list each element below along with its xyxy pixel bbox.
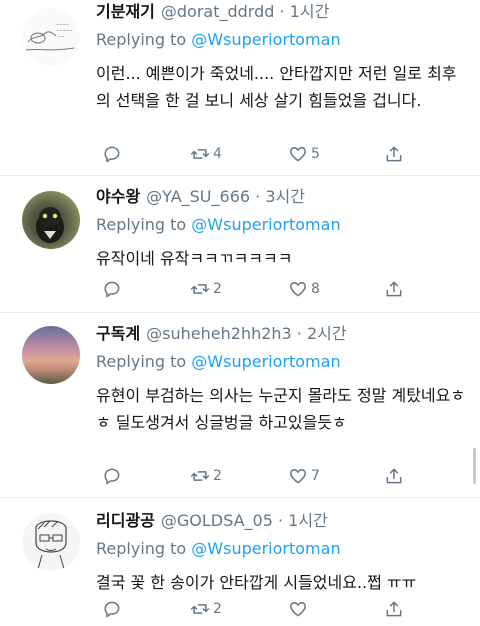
- heart-icon: [289, 469, 307, 484]
- display-name[interactable]: 기분재기: [96, 2, 155, 21]
- retweet-icon: [190, 604, 210, 614]
- tweet-text: 유작이네 유작ㅋㅋㄲㅋㅋㅋㅋ: [96, 249, 293, 268]
- svg-text:~~~~: ~~~~: [56, 22, 69, 27]
- like-count: 8: [311, 281, 320, 297]
- share-button[interactable]: [384, 464, 404, 488]
- retweet-count: 2: [213, 468, 222, 484]
- like-button[interactable]: 7: [288, 464, 320, 488]
- reply-tweet[interactable]: ~~~~ ~~~~~ ~~ 기분재기 @dorat_ddrdd · 1시간 Rep…: [0, 0, 480, 176]
- tweet-text: 결국 꽃 한 송이가 안타깝게 시들었네요..쩝 ㅠㅠ: [96, 573, 417, 592]
- replying-to: Replying to @Wsuperiortoman: [96, 537, 468, 561]
- action-bar: 2 7: [96, 464, 480, 488]
- retweet-icon: [190, 284, 210, 294]
- retweet-button[interactable]: 2: [190, 464, 222, 488]
- action-bar: 2: [96, 597, 480, 621]
- retweet-button[interactable]: 2: [190, 277, 222, 301]
- retweet-count: 2: [213, 601, 222, 617]
- reply-icon: [104, 468, 120, 485]
- heart-icon: [289, 282, 307, 297]
- svg-text:~~: ~~: [58, 34, 65, 39]
- replying-to: Replying to @Wsuperiortoman: [96, 213, 468, 237]
- action-bar: 2 8: [96, 277, 480, 301]
- mention-link[interactable]: @Wsuperiortoman: [191, 539, 340, 558]
- avatar[interactable]: ~~~~ ~~~~~ ~~: [22, 8, 80, 66]
- replying-to: Replying to @Wsuperiortoman: [96, 28, 468, 52]
- share-button[interactable]: [384, 142, 404, 166]
- share-icon: [386, 146, 402, 162]
- replying-to: Replying to @Wsuperiortoman: [96, 350, 468, 374]
- tweet-text: 이런... 예쁜이가 죽었네.... 안타깝지만 저런 일로 최후의 선택을 한…: [96, 64, 457, 110]
- handle-time: @suheheh2hh2h3 · 2시간: [146, 324, 347, 343]
- reply-button[interactable]: [102, 464, 122, 488]
- share-button[interactable]: [384, 597, 404, 621]
- reply-tweet[interactable]: 리디광공 @GOLDSA_05 · 1시간 Replying to @Wsuper…: [0, 499, 480, 626]
- action-bar: 4 5: [96, 142, 480, 166]
- avatar[interactable]: [22, 191, 80, 249]
- share-icon: [386, 468, 402, 484]
- handle-time: @GOLDSA_05 · 1시간: [160, 511, 328, 530]
- reply-feed: ~~~~ ~~~~~ ~~ 기분재기 @dorat_ddrdd · 1시간 Rep…: [0, 0, 480, 626]
- retweet-icon: [190, 471, 210, 481]
- avatar[interactable]: [22, 513, 80, 571]
- retweet-button[interactable]: 2: [190, 597, 222, 621]
- like-button[interactable]: 5: [288, 142, 320, 166]
- scrollbar[interactable]: [473, 448, 476, 484]
- share-button[interactable]: [384, 277, 404, 301]
- like-count: 7: [311, 468, 320, 484]
- retweet-icon: [190, 149, 210, 159]
- reply-icon: [104, 146, 120, 163]
- heart-icon: [289, 602, 307, 617]
- svg-text:~~~~~: ~~~~~: [56, 28, 73, 33]
- mention-link[interactable]: @Wsuperiortoman: [191, 215, 340, 234]
- avatar[interactable]: [22, 326, 80, 384]
- display-name[interactable]: 구독계: [96, 324, 140, 343]
- retweet-button[interactable]: 4: [190, 142, 222, 166]
- share-icon: [386, 601, 402, 617]
- mention-link[interactable]: @Wsuperiortoman: [191, 352, 340, 371]
- replying-prefix: Replying to: [96, 539, 192, 558]
- mention-link[interactable]: @Wsuperiortoman: [191, 30, 340, 49]
- reply-icon: [104, 601, 120, 618]
- tweet-text: 유현이 부검하는 의사는 누군지 몰라도 정말 계탔네요ㅎㅎ 딜도생겨서 싱글벙…: [96, 386, 466, 432]
- replying-prefix: Replying to: [96, 215, 192, 234]
- reply-tweet[interactable]: 구독계 @suheheh2hh2h3 · 2시간 Replying to @Wsu…: [0, 314, 480, 498]
- display-name[interactable]: 리디광공: [96, 511, 155, 530]
- retweet-count: 4: [213, 146, 222, 162]
- reply-button[interactable]: [102, 142, 122, 166]
- replying-prefix: Replying to: [96, 352, 192, 371]
- handle-time: @dorat_ddrdd · 1시간: [160, 2, 330, 21]
- like-button[interactable]: 8: [288, 277, 320, 301]
- heart-icon: [289, 147, 307, 162]
- reply-button[interactable]: [102, 597, 122, 621]
- reply-button[interactable]: [102, 277, 122, 301]
- retweet-count: 2: [213, 281, 222, 297]
- replying-prefix: Replying to: [96, 30, 192, 49]
- reply-icon: [104, 281, 120, 298]
- like-button[interactable]: [288, 597, 311, 621]
- like-count: 5: [311, 146, 320, 162]
- share-icon: [386, 281, 402, 297]
- reply-tweet[interactable]: 야수왕 @YA_SU_666 · 3시간 Replying to @Wsuperi…: [0, 177, 480, 313]
- display-name[interactable]: 야수왕: [96, 187, 140, 206]
- handle-time: @YA_SU_666 · 3시간: [146, 187, 305, 206]
